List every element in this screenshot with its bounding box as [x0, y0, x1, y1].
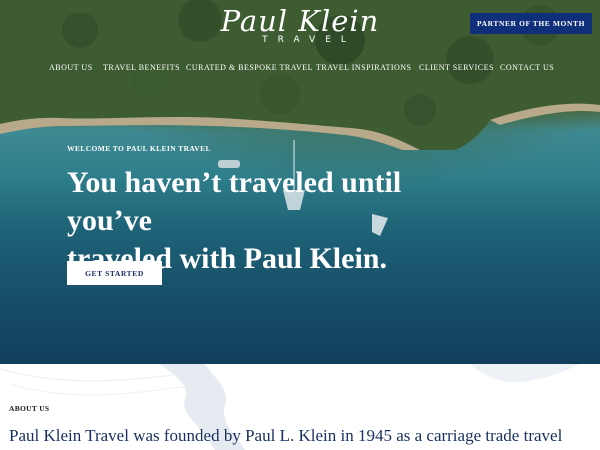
nav-item-travel-inspirations[interactable]: TRAVEL INSPIRATIONS	[316, 63, 412, 72]
welcome-label: WELCOME TO PAUL KLEIN TRAVEL	[67, 144, 211, 153]
hero-headline-line1: You haven’t traveled until you’ve	[67, 166, 402, 237]
about-us-label: ABOUT US	[9, 404, 50, 413]
nav-item-travel-benefits[interactable]: TRAVEL BENEFITS	[103, 63, 180, 72]
nav-item-about-us[interactable]: ABOUT US	[49, 63, 93, 72]
about-us-heading: Paul Klein Travel was founded by Paul L.…	[9, 426, 563, 445]
get-started-button[interactable]: GET STARTED	[67, 261, 162, 285]
logo-subtitle: TRAVEL	[262, 35, 356, 45]
hero-section: Paul Klein TRAVEL PARTNER OF THE MONTH A…	[0, 0, 600, 364]
nav-item-client-services[interactable]: CLIENT SERVICES	[419, 63, 494, 72]
nav-item-curated-bespoke-travel[interactable]: CURATED & BESPOKE TRAVEL	[186, 63, 313, 72]
main-nav: ABOUT US TRAVEL BENEFITS CURATED & BESPO…	[0, 63, 600, 77]
partner-of-the-month-button[interactable]: PARTNER OF THE MONTH	[470, 13, 592, 34]
nav-item-contact-us[interactable]: CONTACT US	[500, 63, 554, 72]
about-section: ABOUT US Paul Klein Travel was founded b…	[0, 364, 600, 450]
